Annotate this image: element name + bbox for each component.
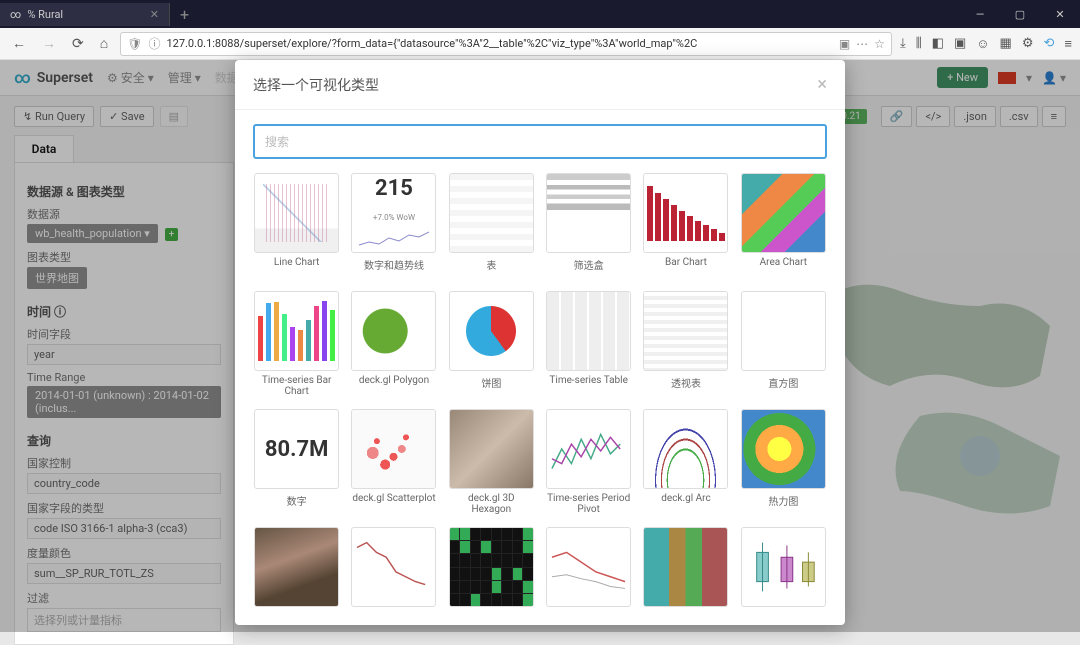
browser-tab[interactable]: ∞ % Rural ✕ xyxy=(0,3,170,26)
viz-option-19[interactable] xyxy=(350,527,437,625)
viz-option-13[interactable]: deck.gl Scatterplot xyxy=(350,409,437,517)
viz-option-10[interactable]: 透视表 xyxy=(642,291,729,399)
viz-option-6[interactable]: Time-series Bar Chart xyxy=(253,291,340,399)
url-bar[interactable]: 🛡 ⓘ 127.0.0.1:8088/superset/explore/?for… xyxy=(120,32,892,56)
clear-url-icon[interactable]: ▣ xyxy=(839,37,850,51)
viz-option-11[interactable]: 直方图 xyxy=(740,291,827,399)
account-icon[interactable]: ☺ xyxy=(976,36,989,52)
star-icon[interactable]: ☆ xyxy=(874,37,885,51)
viz-option-21[interactable] xyxy=(545,527,632,625)
url-text: 127.0.0.1:8088/superset/explore/?form_da… xyxy=(166,37,832,50)
infinity-icon: ∞ xyxy=(10,8,21,21)
viz-option-23[interactable] xyxy=(740,527,827,625)
info-icon: ⓘ xyxy=(148,35,160,52)
download-icon[interactable]: ⤓ xyxy=(900,36,906,52)
shield-icon: 🛡 xyxy=(127,37,142,51)
viz-option-16[interactable]: deck.gl Arc xyxy=(642,409,729,517)
search-input[interactable]: 搜索 xyxy=(253,124,827,159)
more-icon[interactable]: ⋯ xyxy=(856,37,868,51)
viz-option-2[interactable]: 表 xyxy=(448,173,535,281)
tab-title: % Rural xyxy=(27,8,63,21)
close-modal-icon[interactable]: × xyxy=(817,74,827,95)
viz-option-17[interactable]: 热力图 xyxy=(740,409,827,517)
new-tab-button[interactable]: + xyxy=(170,5,199,24)
extension2-icon[interactable]: ⚙ xyxy=(1022,36,1034,52)
sync-icon[interactable]: ⟲ xyxy=(1044,36,1055,52)
viz-option-7[interactable]: deck.gl Polygon xyxy=(350,291,437,399)
viz-option-15[interactable]: Time-series Period Pivot xyxy=(545,409,632,517)
viz-option-1[interactable]: 215+7.0% WoW数字和趋势线 xyxy=(350,173,437,281)
viz-option-9[interactable]: Time-series Table xyxy=(545,291,632,399)
menu-icon[interactable]: ≡ xyxy=(1064,36,1072,52)
library-icon[interactable]: ⫼ xyxy=(916,36,922,52)
viz-type-modal: 选择一个可视化类型 × 搜索 Line Chart215+7.0% WoW数字和… xyxy=(235,60,845,625)
extension1-icon[interactable]: ▦ xyxy=(1000,36,1012,52)
viz-option-5[interactable]: Area Chart xyxy=(740,173,827,281)
viz-option-4[interactable]: Bar Chart xyxy=(642,173,729,281)
minimize-button[interactable]: — xyxy=(960,0,1000,28)
sidebar-icon[interactable]: ◧ xyxy=(932,36,944,52)
forward-button[interactable]: → xyxy=(38,33,60,54)
close-window-button[interactable]: ✕ xyxy=(1040,0,1080,28)
viz-option-18[interactable] xyxy=(253,527,340,625)
modal-title: 选择一个可视化类型 xyxy=(253,75,379,95)
viz-option-22[interactable] xyxy=(642,527,729,625)
viz-option-20[interactable] xyxy=(448,527,535,625)
back-button[interactable]: ← xyxy=(8,33,30,54)
close-tab-icon[interactable]: ✕ xyxy=(150,8,159,21)
viz-option-14[interactable]: deck.gl 3D Hexagon xyxy=(448,409,535,517)
viz-option-3[interactable]: 筛选盒 xyxy=(545,173,632,281)
viz-option-12[interactable]: 80.7M数字 xyxy=(253,409,340,517)
reload-button[interactable]: ⟳ xyxy=(68,34,88,54)
viz-option-8[interactable]: 饼图 xyxy=(448,291,535,399)
maximize-button[interactable]: ▢ xyxy=(1000,0,1040,28)
screenshot-icon[interactable]: ▣ xyxy=(954,36,966,52)
home-button[interactable]: ⌂ xyxy=(96,33,112,54)
viz-option-0[interactable]: Line Chart xyxy=(253,173,340,281)
